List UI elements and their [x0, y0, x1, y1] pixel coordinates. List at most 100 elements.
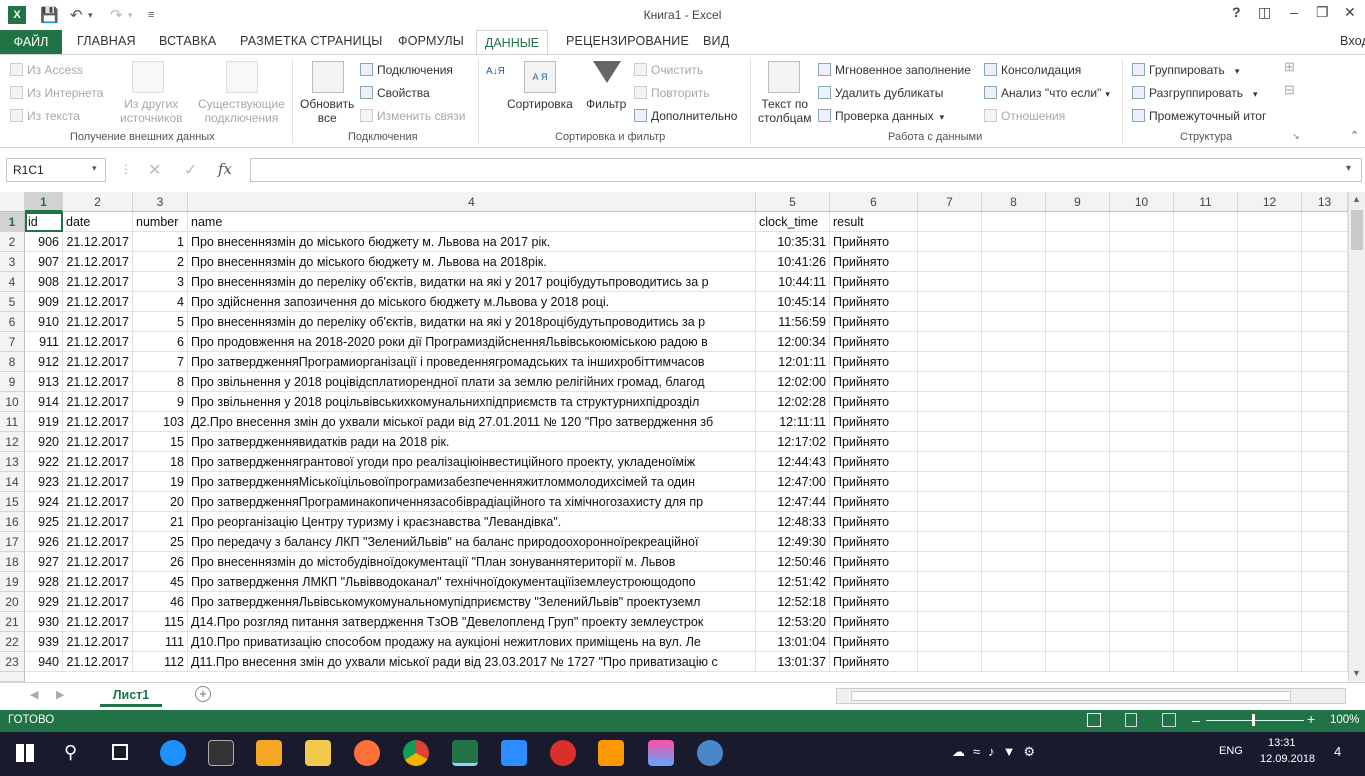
text-to-columns-button[interactable]: Текст по столбцам [758, 97, 811, 125]
app-red-icon[interactable] [550, 740, 576, 766]
cell-id[interactable]: 909 [25, 292, 63, 312]
zoom-slider-thumb[interactable] [1252, 714, 1255, 726]
cell-date[interactable]: 21.12.2017 [63, 492, 133, 512]
hide-detail-icon[interactable]: ⊟ [1284, 82, 1295, 98]
cell-date[interactable]: 21.12.2017 [63, 612, 133, 632]
cell-result[interactable]: Прийнято [830, 472, 918, 492]
empty-cell[interactable] [982, 532, 1046, 552]
cell-date[interactable]: 21.12.2017 [63, 292, 133, 312]
cell-date[interactable]: 21.12.2017 [63, 332, 133, 352]
cell-name[interactable]: Про затвердженняПрограмиорганізації і пр… [188, 352, 756, 372]
empty-cell[interactable] [1238, 212, 1302, 232]
page-break-view-icon[interactable] [1162, 713, 1176, 727]
outline-dialog-launcher-icon[interactable]: ↘ [1292, 131, 1300, 142]
help-button[interactable]: ? [1232, 4, 1241, 20]
cell-number[interactable]: number [133, 212, 188, 232]
cell-result[interactable]: Прийнято [830, 492, 918, 512]
empty-cell[interactable] [1110, 252, 1174, 272]
empty-cell[interactable] [1302, 532, 1348, 552]
empty-cell[interactable] [918, 332, 982, 352]
cell-name[interactable]: Про звільнення у 2018 роцівідсплатиоренд… [188, 372, 756, 392]
cell-id[interactable]: 908 [25, 272, 63, 292]
cell-name[interactable]: name [188, 212, 756, 232]
empty-cell[interactable] [1046, 452, 1110, 472]
tab-home[interactable]: ГЛАВНАЯ [77, 34, 136, 48]
empty-cell[interactable] [918, 292, 982, 312]
advanced-filter-button[interactable]: Дополнительно [634, 109, 737, 123]
tab-file[interactable]: ФАЙЛ [0, 30, 62, 54]
cell-id[interactable]: 912 [25, 352, 63, 372]
empty-cell[interactable] [982, 352, 1046, 372]
name-box-dropdown-icon[interactable]: ▾ [92, 163, 97, 174]
empty-cell[interactable] [982, 512, 1046, 532]
horizontal-scrollbar[interactable] [836, 688, 1346, 704]
cell-number[interactable]: 9 [133, 392, 188, 412]
empty-cell[interactable] [1302, 432, 1348, 452]
ungroup-button[interactable]: Разгруппировать ▾ [1132, 86, 1258, 100]
row-header[interactable]: 14 [0, 472, 25, 492]
empty-cell[interactable] [918, 632, 982, 652]
empty-cell[interactable] [982, 492, 1046, 512]
filter-button[interactable]: Фильтр [586, 97, 626, 111]
empty-cell[interactable] [1302, 292, 1348, 312]
empty-cell[interactable] [1110, 312, 1174, 332]
empty-cell[interactable] [1238, 512, 1302, 532]
empty-cell[interactable] [1110, 592, 1174, 612]
sublime-icon[interactable] [598, 740, 624, 766]
expand-formula-icon[interactable]: ▾ [1346, 163, 1351, 174]
cell-result[interactable]: Прийнято [830, 272, 918, 292]
cell-date[interactable]: 21.12.2017 [63, 452, 133, 472]
empty-cell[interactable] [1046, 412, 1110, 432]
row-header[interactable]: 18 [0, 552, 25, 572]
empty-cell[interactable] [1238, 312, 1302, 332]
cell-date[interactable]: 21.12.2017 [63, 632, 133, 652]
empty-cell[interactable] [1174, 272, 1238, 292]
empty-cell[interactable] [982, 412, 1046, 432]
cell-time[interactable]: 12:53:20 [756, 612, 830, 632]
column-header[interactable]: 1 [25, 192, 63, 212]
empty-cell[interactable] [1110, 552, 1174, 572]
notification-count[interactable]: 4 [1334, 744, 1341, 759]
tab-view[interactable]: ВИД [703, 34, 729, 48]
cell-time[interactable]: clock_time [756, 212, 830, 232]
empty-cell[interactable] [1110, 352, 1174, 372]
cell-name[interactable]: Д10.Про приватизацію способом продажу на… [188, 632, 756, 652]
cell-id[interactable]: 922 [25, 452, 63, 472]
cell-id[interactable]: 911 [25, 332, 63, 352]
empty-cell[interactable] [1302, 612, 1348, 632]
normal-view-icon[interactable] [1087, 713, 1101, 727]
tab-page-layout[interactable]: РАЗМЕТКА СТРАНИЦЫ [240, 34, 383, 48]
column-header[interactable]: 6 [830, 192, 918, 212]
empty-cell[interactable] [1046, 292, 1110, 312]
empty-cell[interactable] [982, 272, 1046, 292]
collapse-ribbon-icon[interactable]: ⌃ [1350, 129, 1359, 142]
empty-cell[interactable] [1174, 612, 1238, 632]
cell-name[interactable]: Про продовження на 2018-2020 роки дії Пр… [188, 332, 756, 352]
cell-id[interactable]: 930 [25, 612, 63, 632]
empty-cell[interactable] [1174, 632, 1238, 652]
cell-time[interactable]: 10:45:14 [756, 292, 830, 312]
cell-id[interactable]: 906 [25, 232, 63, 252]
from-web-button[interactable]: Из Интернета [10, 86, 103, 100]
empty-cell[interactable] [1174, 512, 1238, 532]
column-header[interactable]: 3 [133, 192, 188, 212]
cell-name[interactable]: Про затвердження ЛМКП "Львівводоканал" т… [188, 572, 756, 592]
empty-cell[interactable] [1238, 332, 1302, 352]
zoom-level[interactable]: 100% [1330, 714, 1359, 726]
empty-cell[interactable] [982, 472, 1046, 492]
cell-number[interactable]: 7 [133, 352, 188, 372]
cell-date[interactable]: 21.12.2017 [63, 512, 133, 532]
empty-cell[interactable] [1174, 492, 1238, 512]
empty-cell[interactable] [1046, 252, 1110, 272]
empty-cell[interactable] [1110, 632, 1174, 652]
cell-name[interactable]: Д14.Про розгляд питання затвердження ТзО… [188, 612, 756, 632]
task-view-icon[interactable] [112, 744, 128, 760]
empty-cell[interactable] [1110, 332, 1174, 352]
row-header[interactable]: 22 [0, 632, 25, 652]
cell-time[interactable]: 12:47:00 [756, 472, 830, 492]
empty-cell[interactable] [1110, 212, 1174, 232]
cell-date[interactable]: 21.12.2017 [63, 472, 133, 492]
empty-cell[interactable] [1238, 552, 1302, 572]
empty-cell[interactable] [1046, 312, 1110, 332]
empty-cell[interactable] [918, 652, 982, 672]
